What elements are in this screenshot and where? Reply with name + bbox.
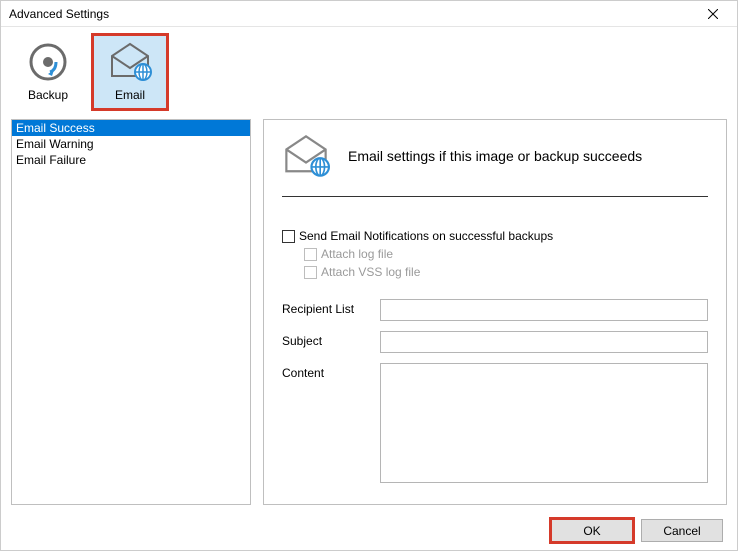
close-button[interactable] — [695, 2, 731, 26]
divider — [282, 196, 708, 197]
titlebar: Advanced Settings — [1, 1, 737, 27]
attach-vss-log-label: Attach VSS log file — [321, 265, 420, 279]
content-panel: Email settings if this image or backup s… — [263, 119, 727, 505]
email-tab[interactable]: Email — [91, 33, 169, 111]
disk-icon — [28, 42, 68, 82]
send-notifications-row: Send Email Notifications on successful b… — [282, 229, 708, 243]
recipient-input[interactable] — [380, 299, 708, 321]
send-notifications-checkbox[interactable] — [282, 230, 295, 243]
recipient-label: Recipient List — [282, 299, 372, 316]
footer: OK Cancel — [1, 513, 737, 552]
envelope-globe-icon — [282, 134, 330, 178]
sidebar: Email Success Email Warning Email Failur… — [11, 119, 251, 505]
backup-tab[interactable]: Backup — [9, 33, 87, 111]
content-textarea[interactable] — [380, 363, 708, 483]
sidebar-item-email-failure[interactable]: Email Failure — [12, 152, 250, 168]
cancel-button[interactable]: Cancel — [641, 519, 723, 542]
subject-label: Subject — [282, 331, 372, 348]
ok-button[interactable]: OK — [551, 519, 633, 542]
send-notifications-label: Send Email Notifications on successful b… — [299, 229, 553, 243]
form-grid: Recipient List Subject Content — [282, 299, 708, 483]
sidebar-item-email-warning[interactable]: Email Warning — [12, 136, 250, 152]
attach-log-row: Attach log file — [304, 247, 708, 261]
attach-vss-log-row: Attach VSS log file — [304, 265, 708, 279]
panel-header: Email settings if this image or backup s… — [282, 134, 708, 196]
window-title: Advanced Settings — [9, 7, 109, 21]
subject-input[interactable] — [380, 331, 708, 353]
close-icon — [708, 9, 718, 19]
sidebar-item-email-success[interactable]: Email Success — [12, 120, 250, 136]
content-label: Content — [282, 363, 372, 380]
main-area: Email Success Email Warning Email Failur… — [1, 115, 737, 513]
envelope-globe-icon — [108, 42, 152, 82]
panel-title: Email settings if this image or backup s… — [348, 148, 642, 164]
attach-vss-log-checkbox[interactable] — [304, 266, 317, 279]
attach-log-label: Attach log file — [321, 247, 393, 261]
attach-log-checkbox[interactable] — [304, 248, 317, 261]
email-tab-label: Email — [115, 88, 145, 102]
toolbar: Backup Email — [1, 27, 737, 115]
backup-tab-label: Backup — [28, 88, 68, 102]
